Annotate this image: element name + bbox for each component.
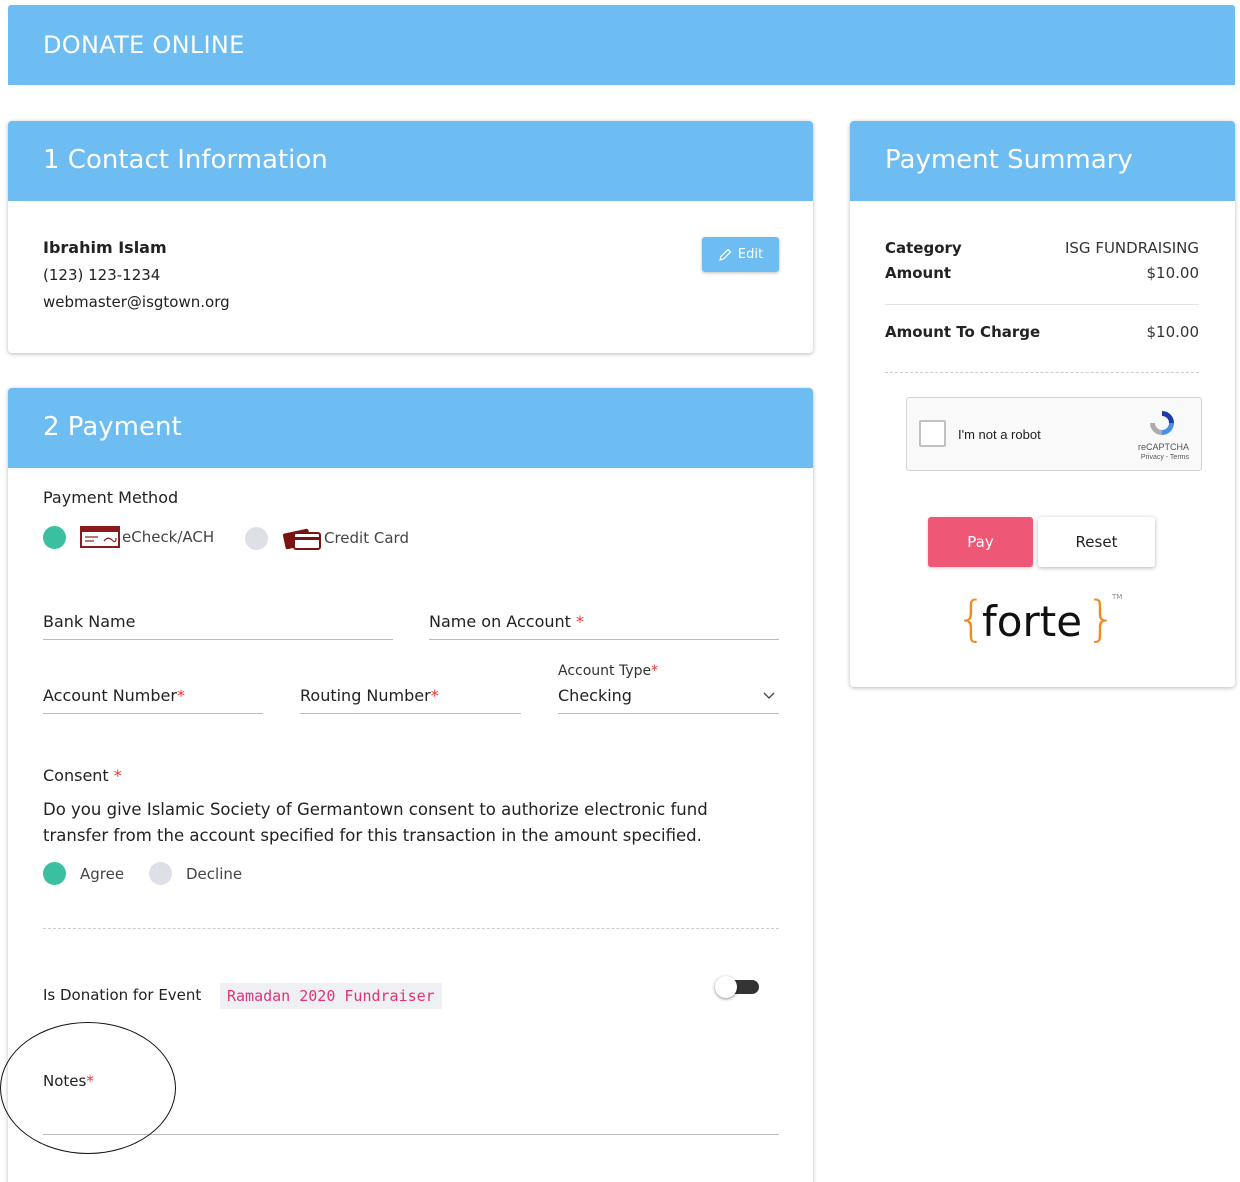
chevron-down-icon bbox=[763, 692, 775, 699]
account-number-field[interactable]: Account Number* bbox=[43, 686, 185, 705]
recaptcha-icon bbox=[1150, 411, 1174, 435]
reset-button[interactable]: Reset bbox=[1038, 517, 1155, 567]
consent-text: Do you give Islamic Society of Germantow… bbox=[43, 800, 708, 845]
account-type-label: Account Type bbox=[558, 663, 652, 679]
routing-number-underline bbox=[300, 713, 521, 714]
consent-label-wrap: Consent * bbox=[43, 766, 122, 785]
summary-card-header: Payment Summary bbox=[850, 121, 1235, 201]
required-mark: * bbox=[113, 766, 122, 785]
edit-button[interactable]: Edit bbox=[702, 237, 779, 272]
account-number-underline bbox=[43, 713, 263, 714]
payment-summary-card: Payment Summary Category ISG FUNDRAISING… bbox=[850, 121, 1235, 687]
agree-label: Agree bbox=[80, 864, 125, 883]
name-on-account-field[interactable]: Name on Account * bbox=[429, 612, 584, 631]
bank-name-label: Bank Name bbox=[43, 612, 136, 631]
category-value: ISG FUNDRAISING bbox=[1064, 239, 1199, 257]
charge-label: Amount To Charge bbox=[885, 323, 1041, 341]
consent-label: Consent bbox=[43, 766, 109, 785]
payment-option-echeck[interactable]: eCheck/ACH bbox=[43, 525, 214, 549]
event-toggle[interactable] bbox=[715, 976, 761, 998]
summary-dashed-divider bbox=[885, 372, 1199, 373]
echeck-label: eCheck/ACH bbox=[122, 528, 215, 546]
pay-button[interactable]: Pay bbox=[928, 517, 1033, 567]
required-mark: * bbox=[430, 686, 439, 705]
contact-heading: 1 Contact Information bbox=[43, 145, 328, 175]
payment-card-header: 2 Payment bbox=[8, 388, 813, 468]
contact-name: Ibrahim Islam bbox=[43, 238, 167, 257]
annotation-circle bbox=[0, 1022, 176, 1154]
credit-card-label: Credit Card bbox=[324, 529, 409, 547]
payment-option-credit-card[interactable]: Credit Card bbox=[245, 525, 409, 551]
account-type-select[interactable]: Checking bbox=[558, 686, 779, 712]
pencil-icon bbox=[719, 248, 732, 261]
account-number-label: Account Number bbox=[43, 686, 177, 705]
routing-number-field[interactable]: Routing Number* bbox=[300, 686, 439, 705]
summary-divider bbox=[885, 304, 1199, 305]
consent-decline-option[interactable]: Decline bbox=[149, 862, 242, 885]
radio-decline[interactable] bbox=[149, 862, 172, 885]
recaptcha-checkbox[interactable] bbox=[919, 420, 946, 447]
notes-underline bbox=[43, 1134, 779, 1135]
decline-label: Decline bbox=[186, 864, 243, 883]
contact-phone: (123) 123-1234 bbox=[43, 266, 161, 284]
credit-card-icon bbox=[282, 528, 321, 550]
payment-method-label: Payment Method bbox=[43, 488, 179, 507]
recaptcha-brand: reCAPTCHA bbox=[1137, 442, 1189, 452]
page-title: DONATE ONLINE bbox=[43, 31, 245, 59]
account-type-underline bbox=[558, 713, 779, 714]
required-mark: * bbox=[576, 612, 584, 631]
payment-heading: 2 Payment bbox=[43, 412, 182, 442]
routing-number-label: Routing Number bbox=[300, 686, 431, 705]
section-divider bbox=[43, 928, 779, 929]
radio-agree[interactable] bbox=[43, 862, 66, 885]
check-icon bbox=[80, 526, 120, 548]
bank-name-underline bbox=[43, 639, 393, 640]
account-type-label-wrap: Account Type* bbox=[558, 663, 658, 679]
recaptcha-label: I'm not a robot bbox=[958, 427, 1041, 442]
radio-echeck[interactable] bbox=[43, 525, 66, 549]
event-tag: Ramadan 2020 Fundraiser bbox=[220, 983, 442, 1009]
consent-agree-option[interactable]: Agree bbox=[43, 862, 124, 885]
charge-value: $10.00 bbox=[1146, 323, 1200, 341]
name-on-account-label: Name on Account bbox=[429, 612, 571, 631]
page-header: DONATE ONLINE bbox=[8, 5, 1235, 85]
toggle-knob bbox=[715, 976, 737, 998]
recaptcha-widget: I'm not a robot reCAPTCHA Privacy - Term… bbox=[906, 397, 1202, 471]
forte-logo: { forte } TM bbox=[956, 591, 1122, 651]
required-mark: * bbox=[176, 686, 185, 705]
required-mark: * bbox=[651, 663, 659, 679]
amount-value: $10.00 bbox=[1146, 264, 1200, 282]
contact-email: webmaster@isgtown.org bbox=[43, 293, 230, 311]
summary-heading: Payment Summary bbox=[885, 145, 1133, 175]
contact-card: 1 Contact Information Ibrahim Islam (123… bbox=[8, 121, 813, 353]
event-label: Is Donation for Event bbox=[43, 986, 202, 1004]
edit-button-label: Edit bbox=[737, 247, 764, 262]
amount-label: Amount bbox=[885, 264, 952, 282]
bank-name-field[interactable]: Bank Name bbox=[43, 612, 135, 631]
contact-card-header: 1 Contact Information bbox=[8, 121, 813, 201]
forte-logo-tm: TM bbox=[1112, 593, 1123, 601]
category-label: Category bbox=[885, 239, 962, 257]
forte-logo-word: forte bbox=[982, 597, 1083, 646]
name-on-account-underline bbox=[429, 639, 779, 640]
recaptcha-links[interactable]: Privacy - Terms bbox=[1141, 454, 1189, 461]
radio-credit-card[interactable] bbox=[245, 526, 268, 550]
account-type-value: Checking bbox=[558, 686, 632, 705]
